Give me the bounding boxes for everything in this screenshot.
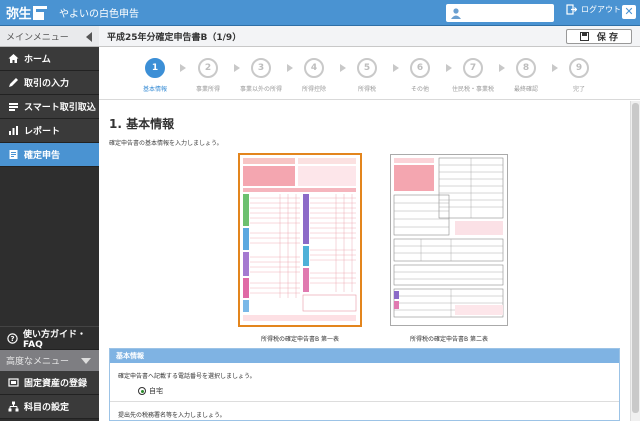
app-window: 弥生 やよいの白色申告 ログアウト ✕ メインメニュー ホーム 取引の入力 スマ… [0,0,640,421]
save-icon [579,32,589,41]
help-icon: ? [7,332,18,344]
brand-logo: 弥生 [0,0,48,26]
step-8[interactable]: 8 最終確認 [498,58,554,93]
form-b-page1-thumbnail[interactable] [238,153,362,327]
section-intro: 確定申告書の基本情報を入力しましょう。 [109,140,223,147]
radio-button-selected[interactable] [138,387,146,395]
sidebar-item-label: 確定申告 [24,151,61,161]
step-label: 基本情報 [142,86,167,93]
sidebar-item-guide[interactable]: ? 使い方ガイド・FAQ [0,326,99,350]
home-icon [7,53,19,65]
pencil-icon [7,77,19,89]
chart-icon [7,125,19,137]
step-number: 1 [145,58,165,78]
step-label: 事業以外の所得 [239,86,282,93]
sidebar-item-accounts[interactable]: 科目の設定 [0,395,99,419]
sidebar-item-label: レポート [24,127,61,137]
step-7[interactable]: 7 住民税・事業税 [445,58,501,93]
step-4[interactable]: 4 所得控除 [286,58,342,93]
step-5[interactable]: 5 所得税 [339,58,395,93]
app-name: やよいの白色申告 [59,9,140,20]
import-icon [7,101,19,113]
step-label: その他 [410,86,429,93]
form1-caption: 所得税の確定申告書B 第一表 [260,336,340,343]
step-label: 事業所得 [195,86,220,93]
sidebar-menu-header[interactable]: メインメニュー [0,26,99,47]
radio-home[interactable]: 自宅 [138,386,163,396]
user-name-box [446,4,554,22]
svg-text:?: ? [10,335,14,343]
form2-caption: 所得税の確定申告書B 第二表 [409,336,489,343]
step-label: 住民税・事業税 [451,86,494,93]
close-icon[interactable]: ✕ [622,5,636,19]
section-title: 1. 基本情報 [109,117,175,131]
tax-form-preview-2 [391,155,507,325]
step-number: 7 [463,58,483,78]
step-label: 所得控除 [301,86,326,93]
step-label: 最終確認 [513,86,538,93]
page-header: 平成25年分確定申告書B（1/9） [99,26,640,47]
save-button[interactable]: 保 存 [566,29,632,44]
expand-arrow-icon[interactable] [81,358,91,364]
main-content: 1. 基本情報 確定申告書の基本情報を入力しましょう。 所得税の確定申告書B 第… [99,101,630,421]
logo-text: 弥生 [6,7,32,22]
step-number: 6 [410,58,430,78]
document-icon [7,149,19,161]
logout-icon [566,4,577,15]
advanced-menu-header[interactable]: 高度なメニュー [0,350,99,371]
collapse-arrow-icon[interactable] [86,32,92,42]
sidebar-item-label: 科目の設定 [24,403,70,413]
sidebar-item-label: ホーム [24,55,51,65]
sidebar-item-label: 固定資産の登録 [24,379,88,389]
page-title: 平成25年分確定申告書B（1/9） [107,32,242,43]
step-number: 4 [304,58,324,78]
divider [110,401,619,402]
sidebar-item-tax-return[interactable]: 確定申告 [0,143,99,167]
basic-info-panel: 基本情報 確定申告書へ記載する電話番号を選択しましょう。 自宅 提出先の税務署名… [109,348,620,421]
form-b-page2-thumbnail[interactable] [390,154,508,326]
sidebar-item-label: 使い方ガイド・FAQ [23,329,87,350]
step-number: 2 [198,58,218,78]
radio-label: 自宅 [149,387,163,395]
logo-mark-icon [33,5,48,20]
step-1[interactable]: 1 基本情報 [127,58,183,93]
asset-icon [7,377,19,389]
step-number: 9 [569,58,589,78]
scrollbar-thumb[interactable] [632,103,639,413]
sidebar-item-home[interactable]: ホーム [0,47,99,71]
sidebar-item-fixed-assets[interactable]: 固定資産の登録 [0,371,99,395]
sidebar-menu-title: メインメニュー [6,32,69,43]
step-2[interactable]: 2 事業所得 [180,58,236,93]
sidebar-item-label: 取引の入力 [24,79,70,89]
step-label: 完了 [572,86,585,93]
logout-button[interactable]: ログアウト [566,4,621,15]
step-6[interactable]: 6 その他 [392,58,448,93]
sidebar-item-transactions[interactable]: 取引の入力 [0,71,99,95]
sidebar-item-smart-import[interactable]: スマート取引取込 [0,95,99,119]
phone-instruction: 確定申告書へ記載する電話番号を選択しましょう。 [118,373,256,380]
step-number: 8 [516,58,536,78]
sidebar-bottom: ? 使い方ガイド・FAQ 高度なメニュー 固定資産の登録 科目の設定 [0,326,99,419]
vertical-scrollbar[interactable] [630,101,640,421]
step-indicator: 1 基本情報 2 事業所得 3 事業以外の所得 4 所得控除 5 所得税 6 その他 7 住民… [99,48,640,100]
tax-office-instruction: 提出先の税務署名等を入力しましょう。 [118,412,226,419]
user-icon [451,8,461,19]
step-3[interactable]: 3 事業以外の所得 [233,58,289,93]
step-9[interactable]: 9 完了 [551,58,607,93]
logout-label: ログアウト [581,5,621,14]
sidebar-item-report[interactable]: レポート [0,119,99,143]
sidebar-item-label: スマート取引取込 [24,103,96,113]
step-label: 所得税 [357,86,376,93]
step-number: 3 [251,58,271,78]
top-bar: 弥生 やよいの白色申告 ログアウト ✕ [0,0,640,26]
step-number: 5 [357,58,377,78]
advanced-menu-title: 高度なメニュー [6,357,70,367]
sidebar: メインメニュー ホーム 取引の入力 スマート取引取込 レポート 確定申告 ? 使… [0,26,99,421]
panel-title: 基本情報 [110,349,619,363]
tax-form-preview-1 [240,155,360,325]
save-label: 保 存 [596,33,619,43]
tree-icon [7,401,19,413]
